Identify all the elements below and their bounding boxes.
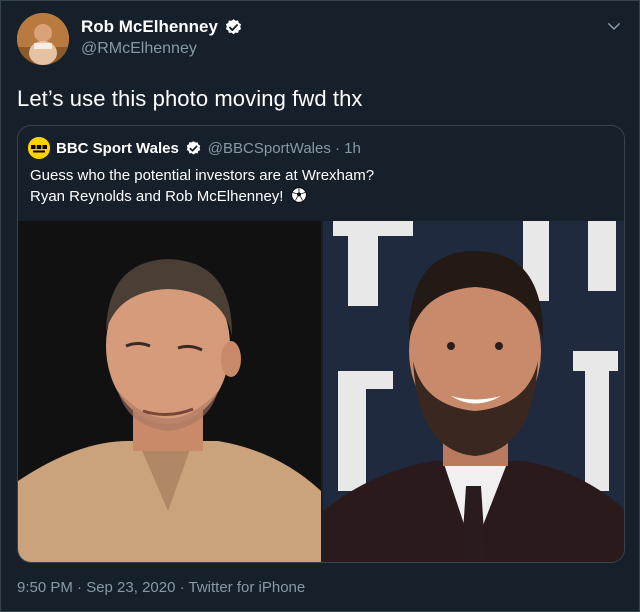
quoted-tweet-text: Guess who the potential investors are at… bbox=[30, 165, 374, 207]
quoted-photos bbox=[18, 221, 624, 562]
soccer-ball-icon bbox=[290, 187, 307, 203]
verified-badge-icon bbox=[225, 18, 241, 34]
author-avatar[interactable] bbox=[17, 13, 69, 65]
quoted-text-line: Ryan Reynolds and Rob McElhenney! bbox=[30, 186, 374, 207]
quoted-text-line: Guess who the potential investors are at… bbox=[30, 167, 375, 184]
bbc-sport-avatar bbox=[28, 137, 50, 159]
tweet-text: Let’s use this photo moving fwd thx bbox=[17, 86, 363, 111]
author-handle[interactable]: @RMcElhenney bbox=[81, 40, 197, 58]
verified-badge-icon bbox=[186, 140, 201, 155]
tweet-card: Rob McElhenney @RMcElhenney Let’s use th… bbox=[0, 0, 640, 612]
photo-rob-mcelhenney[interactable] bbox=[323, 221, 624, 562]
tweet-meta: 9:50 PM · Sep 23, 2020 · Twitter for iPh… bbox=[17, 579, 306, 596]
author-display-name[interactable]: Rob McElhenney bbox=[81, 17, 218, 37]
quoted-tweet[interactable]: BBC Sport Wales @BBCSportWales · 1h Gues… bbox=[17, 125, 625, 563]
photo-ryan-reynolds[interactable] bbox=[18, 221, 321, 562]
chevron-down-icon[interactable] bbox=[605, 17, 623, 35]
quoted-text-line-2: Ryan Reynolds and Rob McElhenney! bbox=[30, 188, 284, 205]
author-name-row[interactable]: Rob McElhenney bbox=[81, 17, 243, 37]
quoted-handle-time: @BBCSportWales · 1h bbox=[207, 139, 361, 157]
quoted-tweet-header: BBC Sport Wales @BBCSportWales · 1h bbox=[28, 137, 361, 159]
quoted-display-name: BBC Sport Wales bbox=[56, 139, 179, 157]
